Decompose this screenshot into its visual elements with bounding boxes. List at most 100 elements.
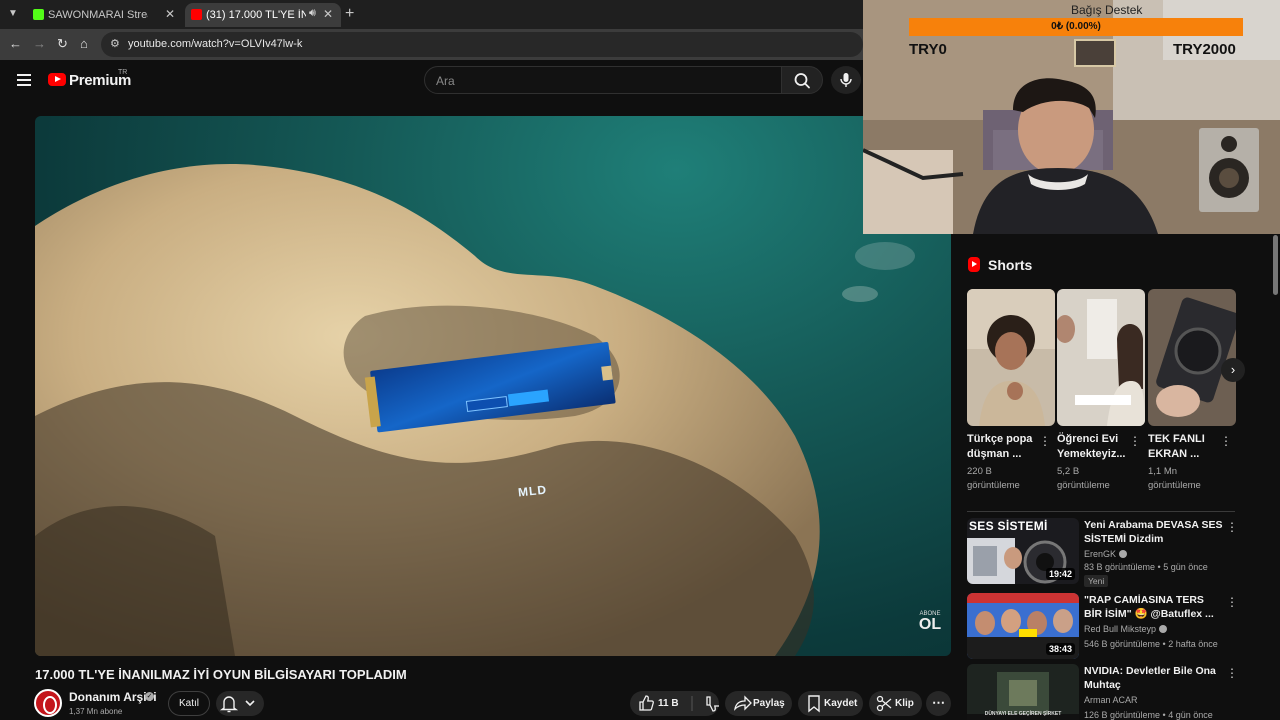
bookmark-icon	[808, 695, 820, 713]
omnibox[interactable]: ⚙ youtube.com/watch?v=OLVIv47lw-k	[101, 32, 863, 57]
join-button[interactable]: Katıl	[168, 691, 210, 716]
kebab-menu-icon[interactable]: ⋮	[1220, 434, 1232, 448]
shorts-shelf-title: Shorts	[988, 257, 1033, 273]
tab-title: (31) 17.000 TL'YE İNANILMAZ	[206, 9, 306, 21]
youtube-logo-icon[interactable]	[48, 73, 66, 86]
kebab-menu-icon[interactable]: ⋮	[1226, 595, 1238, 609]
search-input[interactable]: Ara	[424, 66, 782, 94]
kebab-menu-icon[interactable]: ⋮	[1129, 434, 1141, 448]
scissors-icon	[876, 695, 892, 712]
browser-tab-youtube[interactable]: (31) 17.000 TL'YE İNANILMAZ 🔊︎ ✕	[185, 3, 341, 27]
bell-icon	[219, 696, 255, 713]
kebab-menu-icon[interactable]: ⋮	[1039, 434, 1051, 448]
video-thumbnail[interactable]: 38:43	[967, 593, 1079, 659]
video-frame-image	[35, 164, 915, 656]
short-thumbnail[interactable]	[1148, 289, 1236, 426]
divider	[967, 511, 1235, 512]
search-button[interactable]	[781, 66, 823, 94]
video-thumbnail[interactable]: SES SİSTEMİ 19:42	[967, 518, 1079, 584]
shorts-next-chevron-icon[interactable]: ›	[1221, 358, 1245, 382]
video-thumbnail[interactable]: DÜNYAYI ELE GEÇİREN ŞİRKET	[967, 664, 1079, 720]
recommended-video[interactable]: SES SİSTEMİ 19:42 Yeni Arabama DEVASA SE…	[967, 518, 1238, 588]
region-code: TR	[118, 69, 128, 76]
donation-progress-bar: 0₺ (0.00%)	[909, 18, 1243, 36]
channel-avatar[interactable]	[34, 689, 62, 717]
donation-title: Bağış Destek	[1071, 3, 1143, 17]
video-title[interactable]: "RAP CAMİASINA TERS BİR İSİM" 🤩 @Batufle…	[1084, 593, 1224, 621]
short-thumbnail[interactable]	[1057, 289, 1145, 426]
subscribe-watermark[interactable]: ABONE OL	[916, 611, 944, 633]
video-duration: 19:42	[1045, 568, 1075, 580]
video-player[interactable]: MLD	[35, 116, 951, 656]
like-dislike-group: 11 B	[630, 691, 719, 716]
video-title: 17.000 TL'YE İNANILMAZ İYİ OYUN BİLGİSAY…	[35, 667, 407, 682]
like-count[interactable]: 11 B	[658, 698, 679, 709]
new-tab-plus-icon[interactable]: +	[345, 5, 354, 23]
recommended-video[interactable]: DÜNYAYI ELE GEÇİREN ŞİRKET NVIDIA: Devle…	[967, 664, 1238, 720]
recommended-video[interactable]: 38:43 "RAP CAMİASINA TERS BİR İSİM" 🤩 @B…	[967, 593, 1238, 663]
notification-bell-button[interactable]	[216, 691, 264, 716]
short-title[interactable]: Öğrenci Evi Yemekteyiz...	[1057, 432, 1131, 462]
clip-button[interactable]: Klip	[869, 691, 922, 716]
kebab-menu-icon[interactable]: ⋮	[1226, 666, 1238, 680]
hamburger-menu-icon[interactable]	[17, 74, 31, 86]
shorts-logo-icon	[968, 257, 980, 272]
short-views: 220 B görüntüleme	[967, 466, 1020, 491]
short-views: 1,1 Mn görüntüleme	[1148, 466, 1201, 491]
short-title[interactable]: TEK FANLI EKRAN ...	[1148, 432, 1222, 462]
channel-name[interactable]: Arman ACAR	[1084, 695, 1138, 705]
donation-max-label: TRY2000	[1173, 41, 1236, 58]
channel-name[interactable]: Donanım Arşivi	[69, 690, 157, 704]
clip-label: Klip	[895, 698, 914, 709]
share-button[interactable]: Paylaş	[725, 691, 792, 716]
video-meta: 83 B görüntüleme • 5 gün önce	[1084, 562, 1208, 572]
forward-arrow-icon[interactable]: →	[33, 36, 46, 51]
reload-icon[interactable]: ↻	[57, 36, 68, 52]
subscriber-count: 1,37 Mn abone	[69, 707, 123, 716]
tab-search-chevron-icon[interactable]: ▼	[4, 5, 22, 23]
donation-min-label: TRY0	[909, 41, 947, 58]
video-title[interactable]: NVIDIA: Devletler Bile Ona Muhtaç	[1084, 664, 1224, 692]
verified-check-icon: ✓	[145, 692, 154, 701]
save-button[interactable]: Kaydet	[798, 691, 863, 716]
channel-name-text[interactable]: Red Bull Miksteyp	[1084, 624, 1156, 634]
short-title[interactable]: Türkçe popa düşman ...	[967, 432, 1041, 462]
tab-close-icon[interactable]: ✕	[165, 7, 175, 21]
channel-name[interactable]: Red Bull Miksteyp	[1084, 624, 1168, 634]
browser-tab-kick[interactable]: SAWONMARAI Stream - Watch ✕	[27, 3, 183, 27]
kick-favicon-icon	[33, 9, 44, 20]
donation-progress-text: 0₺ (0.00%)	[1051, 21, 1101, 32]
more-dots-icon: ⋯	[932, 695, 945, 710]
channel-name-text[interactable]: ErenGK	[1084, 549, 1116, 559]
save-label: Kaydet	[824, 698, 858, 709]
voice-search-button[interactable]	[831, 66, 861, 94]
tab-close-icon[interactable]: ✕	[323, 7, 333, 21]
home-icon[interactable]: ⌂	[80, 36, 88, 51]
video-duration: 38:43	[1045, 643, 1075, 655]
microphone-icon	[840, 73, 852, 87]
video-meta: 126 B görüntüleme • 4 gün önce	[1084, 710, 1213, 720]
verified-check-icon	[1159, 625, 1168, 633]
more-actions-button[interactable]: ⋯	[926, 691, 951, 716]
tab-title: SAWONMARAI Stream - Watch	[48, 9, 148, 21]
verified-check-icon	[1119, 550, 1128, 558]
thumbnail-overlay-text: DÜNYAYI ELE GEÇİREN ŞİRKET	[984, 711, 1062, 717]
kebab-menu-icon[interactable]: ⋮	[1226, 520, 1238, 534]
site-info-icon[interactable]: ⚙	[110, 37, 120, 50]
video-title[interactable]: Yeni Arabama DEVASA SES SİSTEMİ Dizdim	[1084, 518, 1224, 546]
page-scrollbar[interactable]	[1273, 235, 1278, 295]
new-badge: Yeni	[1084, 575, 1109, 587]
search-placeholder: Ara	[436, 74, 455, 88]
url-text[interactable]: youtube.com/watch?v=OLVIv47lw-k	[128, 38, 302, 50]
thumbnail-overlay-text: SES SİSTEMİ	[969, 519, 1048, 533]
search-icon	[794, 73, 810, 89]
chevron-down-icon	[245, 700, 255, 707]
channel-name[interactable]: ErenGK	[1084, 549, 1128, 559]
share-label: Paylaş	[753, 698, 785, 709]
speaker-icon[interactable]: 🔊︎	[309, 7, 316, 20]
share-arrow-icon	[734, 695, 752, 711]
short-views: 5,2 B görüntüleme	[1057, 466, 1110, 491]
back-arrow-icon[interactable]: ←	[9, 36, 22, 51]
short-thumbnail[interactable]	[967, 289, 1055, 426]
ssd-brand-label: MLD	[517, 482, 548, 500]
